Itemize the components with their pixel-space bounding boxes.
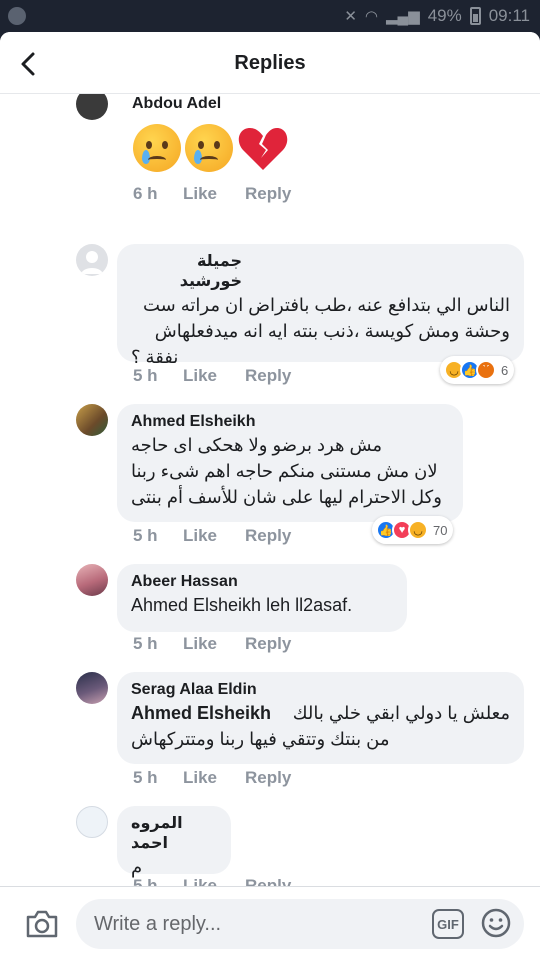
- angry-reaction-icon: ˋˊ: [476, 360, 496, 380]
- comment-actions: 6 h Like Reply: [133, 184, 291, 204]
- avatar[interactable]: [76, 564, 108, 596]
- comment-author[interactable]: Abdou Adel: [132, 94, 221, 114]
- comment-time: 5 h: [133, 768, 158, 787]
- comment-text-line: من بنتك وتتقي فيها ربنا ومتتركهاش: [131, 729, 390, 749]
- comment-text-line: وكل الاحترام ليها على شان للأسف أم بنتى: [131, 487, 442, 507]
- wifi-icon: ◠: [364, 8, 378, 25]
- avatar[interactable]: [76, 806, 108, 838]
- replies-list[interactable]: Abdou Adel 6 h Like Reply جميلة خورشيد ا…: [0, 94, 540, 886]
- comment-bubble: Abeer Hassan Ahmed Elsheikh leh ll2asaf.: [117, 564, 407, 632]
- avatar[interactable]: [76, 672, 108, 704]
- comment-time: 5 h: [133, 634, 158, 653]
- emoji-button[interactable]: [480, 907, 512, 939]
- reply-button[interactable]: Reply: [245, 526, 291, 546]
- messenger-icon: [8, 7, 26, 25]
- like-button[interactable]: Like: [183, 366, 245, 386]
- comment-actions: 5 h Like Reply: [133, 768, 291, 788]
- reactions-summary[interactable]: ◡ 👍 ˋˊ 6: [440, 356, 515, 384]
- comment-author[interactable]: المروه احمد: [131, 814, 217, 854]
- comment-bubble: جميلة خورشيد الناس الي بتدافع عنه ،طب با…: [117, 244, 524, 367]
- reaction-count: 6: [501, 362, 509, 378]
- status-time: 09:11: [488, 6, 530, 25]
- comment: Abeer Hassan Ahmed Elsheikh leh ll2asaf.…: [0, 564, 540, 664]
- avatar[interactable]: [76, 94, 108, 120]
- reply-button[interactable]: Reply: [245, 366, 291, 386]
- comment-text-line: Ahmed Elsheikh معلش يا دولي ابقي خلي بال…: [131, 700, 510, 726]
- comment-text-part: معلش يا دولي ابقي خلي بالك: [292, 703, 510, 723]
- comment-actions: 5 h Like Reply: [133, 366, 291, 386]
- replies-sheet: Replies Abdou Adel 6 h Like Reply جميلة …: [0, 32, 540, 960]
- reply-button[interactable]: Reply: [245, 184, 291, 204]
- emoji-message: [133, 124, 289, 172]
- haha-reaction-icon: ◡: [408, 520, 428, 540]
- comment-bubble: Serag Alaa Eldin Ahmed Elsheikh معلش يا …: [117, 672, 524, 764]
- crying-face-icon: [185, 124, 233, 172]
- comment-text-line: لان مش مستنى منكم حاجه اهم شىء ربنا: [131, 461, 438, 481]
- comment: المروه احمد م 5 h Like Reply: [0, 806, 540, 886]
- comment-actions: 5 h Like Reply: [133, 526, 291, 546]
- default-avatar-icon: [81, 251, 103, 274]
- comment-text-line: وحشة ومش كويسة ،ذنب بنته ايه انه ميدفعله…: [154, 321, 510, 341]
- comment-author[interactable]: Abeer Hassan: [131, 572, 393, 592]
- mention-link[interactable]: Ahmed Elsheikh: [131, 700, 271, 726]
- reactions-summary[interactable]: 👍 ♥ ◡ 70: [372, 516, 454, 544]
- battery-percent: 49%: [427, 6, 462, 25]
- header: Replies: [0, 32, 540, 94]
- signal-icon: ▂▄▆: [385, 8, 420, 25]
- reply-button[interactable]: Reply: [245, 876, 291, 886]
- like-button[interactable]: Like: [183, 526, 245, 546]
- comment: Ahmed Elsheikh مش هرد برضو ولا هحكى اى ح…: [0, 404, 540, 554]
- comment-author[interactable]: جميلة خورشيد: [131, 252, 510, 292]
- comment-bubble: Ahmed Elsheikh مش هرد برضو ولا هحكى اى ح…: [117, 404, 463, 522]
- comment-bubble: المروه احمد م: [117, 806, 231, 877]
- gif-button[interactable]: GIF: [432, 909, 464, 939]
- reply-composer: GIF: [0, 886, 540, 960]
- smiley-icon: [481, 908, 511, 938]
- like-button[interactable]: Like: [183, 876, 245, 886]
- comment-text: Ahmed Elsheikh leh ll2asaf.: [131, 595, 353, 615]
- comment-text-line: الناس الي بتدافع عنه ،طب بافتراض ان مرات…: [142, 295, 510, 315]
- comment-time: 6 h: [133, 184, 158, 203]
- comment-time: 5 h: [133, 876, 158, 886]
- camera-icon: [26, 910, 58, 938]
- comment-time: 5 h: [133, 526, 158, 545]
- comment-actions: 5 h Like Reply: [133, 876, 291, 886]
- broken-heart-icon: [238, 128, 288, 170]
- comment-author[interactable]: Serag Alaa Eldin: [131, 680, 510, 700]
- like-button[interactable]: Like: [183, 768, 245, 788]
- mute-icon: ✕: [344, 8, 357, 25]
- reaction-count: 70: [433, 522, 448, 538]
- status-bar: ✕ ◠ ▂▄▆ 49% 09:11: [0, 0, 540, 32]
- comment-author[interactable]: Ahmed Elsheikh: [131, 412, 449, 432]
- reply-button[interactable]: Reply: [245, 634, 291, 654]
- crying-face-icon: [133, 124, 181, 172]
- comment: Abdou Adel 6 h Like Reply: [0, 94, 540, 203]
- reply-button[interactable]: Reply: [245, 768, 291, 788]
- like-button[interactable]: Like: [183, 634, 245, 654]
- battery-icon: [469, 7, 481, 25]
- avatar[interactable]: [76, 404, 108, 436]
- comment-time: 5 h: [133, 366, 158, 385]
- like-button[interactable]: Like: [183, 184, 245, 204]
- comment: Serag Alaa Eldin Ahmed Elsheikh معلش يا …: [0, 672, 540, 792]
- comment-text-line: مش هرد برضو ولا هحكى اى حاجه: [131, 435, 383, 455]
- comment-actions: 5 h Like Reply: [133, 634, 291, 654]
- page-title: Replies: [234, 52, 306, 74]
- camera-button[interactable]: [24, 909, 60, 939]
- avatar[interactable]: [76, 244, 108, 276]
- comment: جميلة خورشيد الناس الي بتدافع عنه ،طب با…: [0, 244, 540, 394]
